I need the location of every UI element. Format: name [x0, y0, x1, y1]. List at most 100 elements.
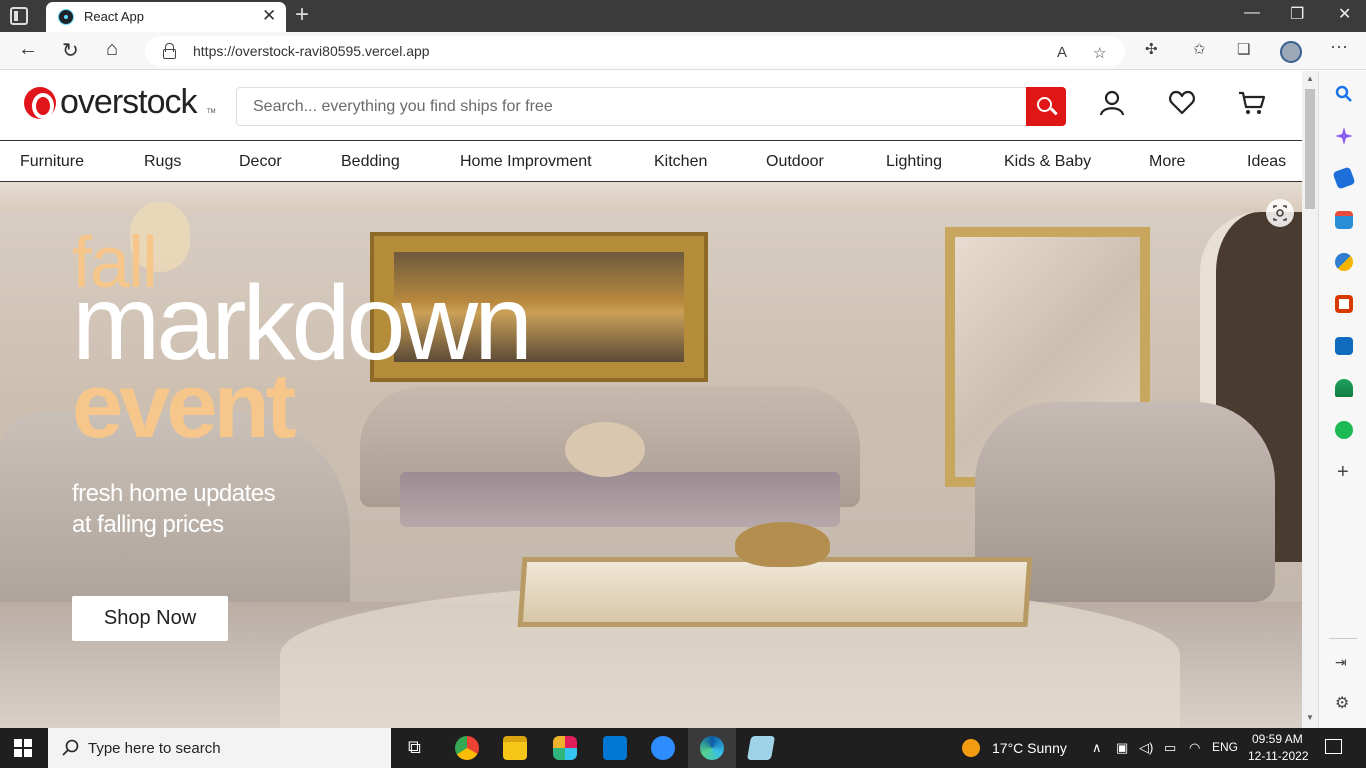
- cart-icon[interactable]: [1238, 89, 1266, 117]
- weather-text[interactable]: 17°C Sunny: [992, 740, 1067, 756]
- logo-mark-icon: [24, 87, 56, 119]
- notepad-icon[interactable]: [746, 736, 776, 760]
- react-favicon-icon: [58, 9, 74, 25]
- site-header: overstock TM: [0, 71, 1302, 141]
- settings-gear-icon[interactable]: ⚙: [1335, 693, 1349, 713]
- language-indicator[interactable]: ENG: [1212, 740, 1238, 754]
- search-button[interactable]: [1026, 87, 1066, 126]
- more-options-icon[interactable]: ···: [1330, 36, 1348, 57]
- office-icon[interactable]: [1335, 295, 1353, 313]
- search-form: [236, 87, 1066, 126]
- taskbar-search-text: Type here to search: [88, 740, 221, 757]
- nav-item-decor[interactable]: Decor: [239, 153, 282, 171]
- address-toolbar: ← ↻ ⌂ https://overstock-ravi80595.vercel…: [0, 32, 1366, 70]
- file-explorer-icon[interactable]: [503, 736, 527, 760]
- tree-icon[interactable]: [1335, 379, 1353, 397]
- minimize-icon[interactable]: —: [1244, 4, 1260, 22]
- volume-icon[interactable]: ◁): [1139, 740, 1153, 756]
- profile-avatar[interactable]: [1280, 41, 1302, 63]
- clock-time[interactable]: 09:59 AM: [1252, 732, 1303, 746]
- nav-item-home-improvement[interactable]: Home Improvment: [460, 153, 592, 171]
- nav-item-furniture[interactable]: Furniture: [20, 153, 84, 171]
- zoom-icon[interactable]: [651, 736, 675, 760]
- logo-tm: TM: [207, 109, 216, 115]
- close-tab-icon[interactable]: ✕: [262, 6, 276, 26]
- coffee-table: [517, 557, 1033, 627]
- close-window-icon[interactable]: ✕: [1338, 4, 1351, 24]
- category-nav: Furniture Rugs Decor Bedding Home Improv…: [0, 141, 1302, 182]
- search-sidebar-icon[interactable]: [1335, 85, 1353, 103]
- page-scrollbar[interactable]: ▲ ▼: [1302, 71, 1318, 728]
- add-favorite-icon[interactable]: ☆: [1093, 44, 1106, 62]
- sofa-cushion: [565, 422, 645, 477]
- spotify-icon[interactable]: [1335, 421, 1353, 439]
- vscode-icon[interactable]: [603, 736, 627, 760]
- hide-sidebar-icon[interactable]: ⇥: [1335, 654, 1347, 671]
- refresh-icon[interactable]: ↻: [62, 38, 79, 63]
- start-windows-icon[interactable]: [14, 739, 32, 757]
- browser-tab[interactable]: React App ✕: [46, 2, 286, 32]
- slack-icon[interactable]: [553, 736, 577, 760]
- wifi-icon[interactable]: ◠: [1189, 740, 1200, 756]
- add-icon[interactable]: +: [1337, 461, 1349, 484]
- hero-headline-event: event: [72, 355, 296, 457]
- nav-item-bedding[interactable]: Bedding: [341, 153, 400, 171]
- task-view-icon[interactable]: ⧉: [408, 737, 421, 758]
- scroll-down-icon[interactable]: ▼: [1306, 713, 1314, 722]
- hero-subtitle-line-2: at falling prices: [72, 511, 224, 538]
- sidebar-divider: [1329, 638, 1357, 639]
- favorites-icon[interactable]: ✩: [1193, 40, 1206, 58]
- nav-item-rugs[interactable]: Rugs: [144, 153, 181, 171]
- url-text[interactable]: https://overstock-ravi80595.vercel.app: [193, 43, 430, 59]
- nav-item-ideas[interactable]: Ideas: [1247, 153, 1286, 171]
- scroll-up-icon[interactable]: ▲: [1306, 74, 1314, 83]
- taskbar-search-box[interactable]: Type here to search: [48, 728, 391, 768]
- weather-sunny-icon[interactable]: [962, 739, 980, 757]
- chrome-icon[interactable]: [455, 736, 479, 760]
- edge-icon[interactable]: [700, 736, 724, 760]
- notification-icon[interactable]: [1325, 739, 1342, 754]
- nav-item-kitchen[interactable]: Kitchen: [654, 153, 707, 171]
- tray-app-icon[interactable]: ▣: [1116, 740, 1128, 756]
- nav-item-kids-baby[interactable]: Kids & Baby: [1004, 153, 1091, 171]
- battery-icon[interactable]: ▭: [1164, 740, 1176, 756]
- nav-item-more[interactable]: More: [1149, 153, 1185, 171]
- sofa-seat: [400, 472, 840, 527]
- shopping-icon[interactable]: [1332, 166, 1356, 190]
- home-icon[interactable]: ⌂: [106, 38, 118, 61]
- browser-tab-bar: React App ✕ + — ❐ ✕: [0, 0, 1366, 32]
- logo-text: overstock: [60, 83, 197, 121]
- scroll-thumb[interactable]: [1305, 89, 1315, 209]
- hero-banner[interactable]: fall markdown event fresh home updates a…: [0, 182, 1302, 728]
- tools-icon[interactable]: [1335, 211, 1353, 229]
- shop-now-button[interactable]: Shop Now: [72, 596, 228, 641]
- search-icon: [62, 739, 79, 756]
- hero-subtitle-line-1: fresh home updates: [72, 480, 276, 507]
- outlook-icon[interactable]: [1335, 337, 1353, 355]
- ceiling-trim: [0, 182, 1302, 212]
- collections-icon[interactable]: ❏: [1237, 40, 1250, 58]
- clock-date[interactable]: 12-11-2022: [1248, 749, 1309, 763]
- tab-title: React App: [84, 9, 144, 24]
- tab-actions-icon[interactable]: [10, 7, 28, 25]
- nav-item-lighting[interactable]: Lighting: [886, 153, 942, 171]
- lock-icon[interactable]: [163, 43, 176, 59]
- discover-icon[interactable]: [1335, 127, 1353, 145]
- new-tab-icon[interactable]: +: [295, 1, 309, 29]
- search-input[interactable]: [237, 88, 1027, 125]
- nav-item-outdoor[interactable]: Outdoor: [766, 153, 824, 171]
- restore-icon[interactable]: ❐: [1290, 4, 1304, 24]
- web-page: overstock TM Furniture Rugs Decor Bed: [0, 71, 1302, 728]
- heart-icon[interactable]: [1168, 89, 1196, 117]
- back-icon[interactable]: ←: [18, 38, 38, 61]
- games-icon[interactable]: [1335, 253, 1353, 271]
- tray-chevron-icon[interactable]: ∧: [1092, 740, 1102, 756]
- address-field[interactable]: https://overstock-ravi80595.vercel.app A…: [145, 36, 1125, 66]
- windows-taskbar: Type here to search ⧉ 17°C Sunny ∧ ▣ ◁) …: [0, 728, 1366, 768]
- extensions-icon[interactable]: ✣: [1145, 40, 1158, 58]
- read-aloud-icon[interactable]: A: [1057, 44, 1067, 61]
- visual-search-icon[interactable]: [1266, 199, 1294, 227]
- centerpiece-bowl: [735, 522, 830, 567]
- account-icon[interactable]: [1098, 89, 1126, 117]
- edge-sidebar: + ⇥ ⚙: [1318, 71, 1366, 728]
